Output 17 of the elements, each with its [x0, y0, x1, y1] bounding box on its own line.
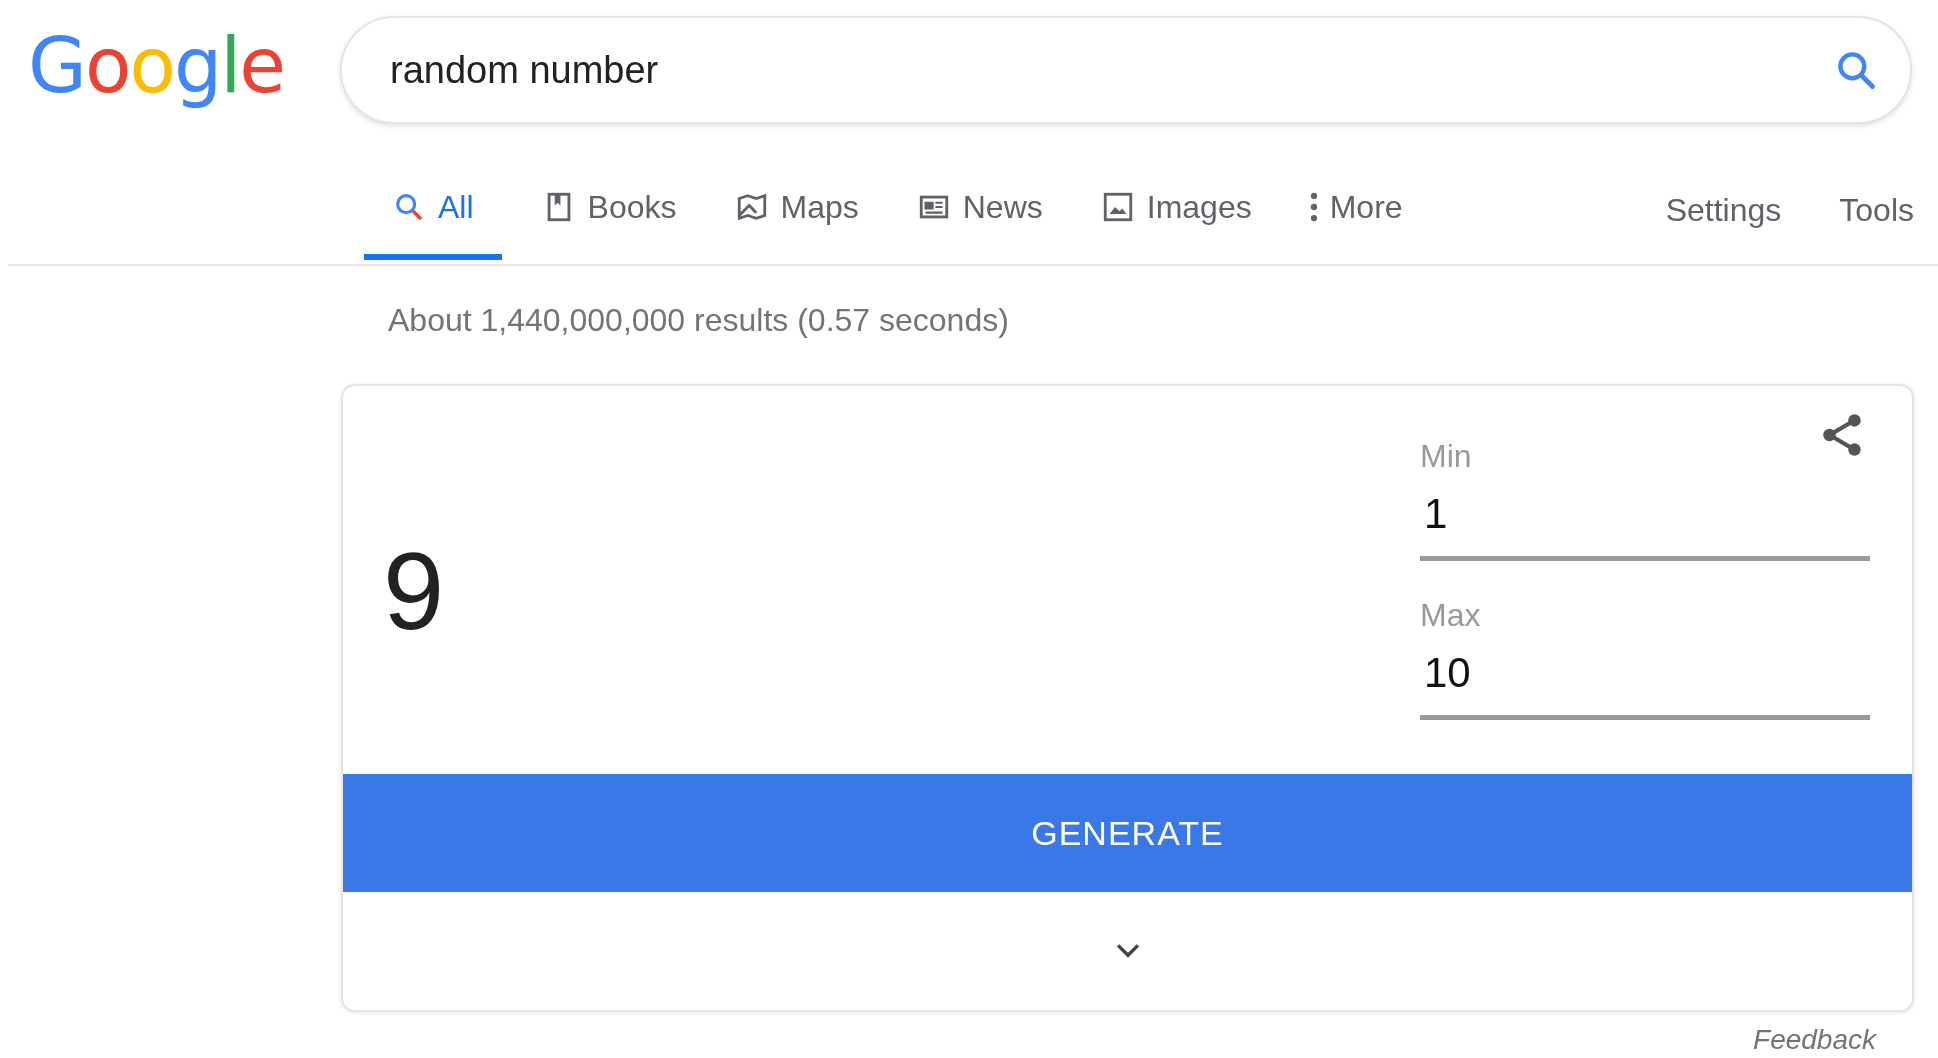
search-field[interactable]: random number: [340, 16, 1912, 124]
tool-link[interactable]: Tools: [1839, 191, 1914, 229]
google-logo[interactable]: Google: [28, 20, 340, 110]
tab[interactable]: News: [898, 160, 1061, 260]
field-label: Max: [1420, 597, 1482, 635]
generate-button[interactable]: GENERATE: [343, 774, 1912, 892]
tab[interactable]: Maps: [716, 160, 877, 260]
field-label: Min: [1420, 438, 1473, 476]
feedback-link[interactable]: Feedback: [1753, 1024, 1876, 1055]
tab[interactable]: More: [1291, 160, 1421, 260]
tab[interactable]: All: [364, 160, 502, 260]
result-stats: About 1,440,000,000 results (0.57 seconds): [387, 301, 1010, 340]
tool-link[interactable]: Settings: [1665, 191, 1782, 229]
random-number: 9: [383, 527, 446, 654]
tab[interactable]: Images: [1082, 160, 1270, 260]
tab[interactable]: Books: [523, 160, 695, 260]
more-icon: [1309, 192, 1318, 222]
